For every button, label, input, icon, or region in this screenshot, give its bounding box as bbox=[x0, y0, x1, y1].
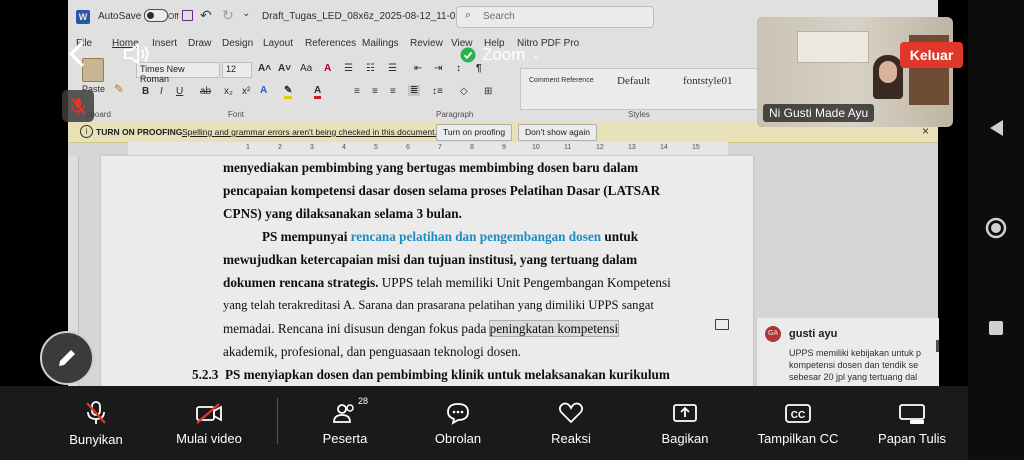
secure-shield-icon bbox=[460, 47, 476, 63]
participant-count-badge: 28 bbox=[358, 396, 369, 406]
back-arrow-icon[interactable] bbox=[66, 40, 86, 68]
whiteboard-button[interactable]: Papan Tulis bbox=[872, 386, 952, 460]
whiteboard-label: Papan Tulis bbox=[878, 430, 946, 446]
participants-label: Peserta bbox=[322, 430, 368, 446]
meeting-toolbar: Bunyikan Mulai video Peserta 28 Obrolan … bbox=[0, 386, 968, 460]
closed-caption-icon: CC bbox=[785, 403, 811, 423]
reactions-button[interactable]: Reaksi bbox=[536, 386, 606, 460]
chat-icon bbox=[447, 402, 469, 425]
heart-icon bbox=[558, 402, 584, 423]
banner-logo bbox=[797, 31, 869, 63]
mic-muted-icon bbox=[70, 97, 86, 115]
share-label: Bagikan bbox=[661, 430, 709, 446]
reactions-label: Reaksi bbox=[551, 430, 591, 446]
chevron-down-icon: ⌄ bbox=[531, 48, 542, 62]
participants-button[interactable]: Peserta bbox=[310, 386, 380, 460]
zoom-title-text: Zoom bbox=[482, 45, 526, 64]
android-back-button[interactable] bbox=[968, 108, 1024, 148]
speaker-muted-indicator bbox=[62, 90, 94, 122]
recents-square-icon bbox=[989, 321, 1003, 335]
mic-muted-icon bbox=[86, 400, 106, 424]
android-recents-button[interactable] bbox=[968, 308, 1024, 348]
chat-button[interactable]: Obrolan bbox=[423, 386, 493, 460]
leave-button[interactable]: Keluar bbox=[900, 42, 963, 68]
share-button[interactable]: Bagikan bbox=[650, 386, 720, 460]
home-circle-icon bbox=[985, 217, 1007, 239]
speaker-icon[interactable] bbox=[122, 42, 152, 66]
show-cc-label: Tampilkan CC bbox=[757, 430, 839, 446]
participant-name-label: Ni Gusti Made Ayu bbox=[763, 104, 875, 122]
participants-icon bbox=[333, 403, 354, 423]
back-triangle-icon bbox=[990, 120, 1003, 136]
participant-face bbox=[879, 61, 897, 83]
start-video-button[interactable]: Mulai video bbox=[164, 386, 254, 460]
svg-text:CC: CC bbox=[791, 410, 805, 421]
pen-icon bbox=[59, 350, 75, 366]
toolbar-divider bbox=[277, 398, 278, 444]
zoom-title[interactable]: Zoom ⌄ bbox=[460, 44, 542, 66]
unmute-label: Bunyikan bbox=[69, 431, 123, 447]
show-cc-button[interactable]: CC Tampilkan CC bbox=[754, 386, 842, 460]
chat-label: Obrolan bbox=[434, 430, 482, 446]
unmute-button[interactable]: Bunyikan bbox=[56, 386, 136, 460]
video-off-icon bbox=[196, 402, 222, 424]
start-video-label: Mulai video bbox=[176, 430, 242, 446]
android-nav-bar bbox=[968, 0, 1024, 460]
whiteboard-icon bbox=[899, 403, 925, 424]
annotate-pen-button[interactable] bbox=[40, 331, 94, 385]
android-home-button[interactable] bbox=[968, 208, 1024, 248]
participant-video-tile[interactable]: Ni Gusti Made Ayu bbox=[757, 17, 953, 127]
share-icon bbox=[673, 403, 697, 422]
